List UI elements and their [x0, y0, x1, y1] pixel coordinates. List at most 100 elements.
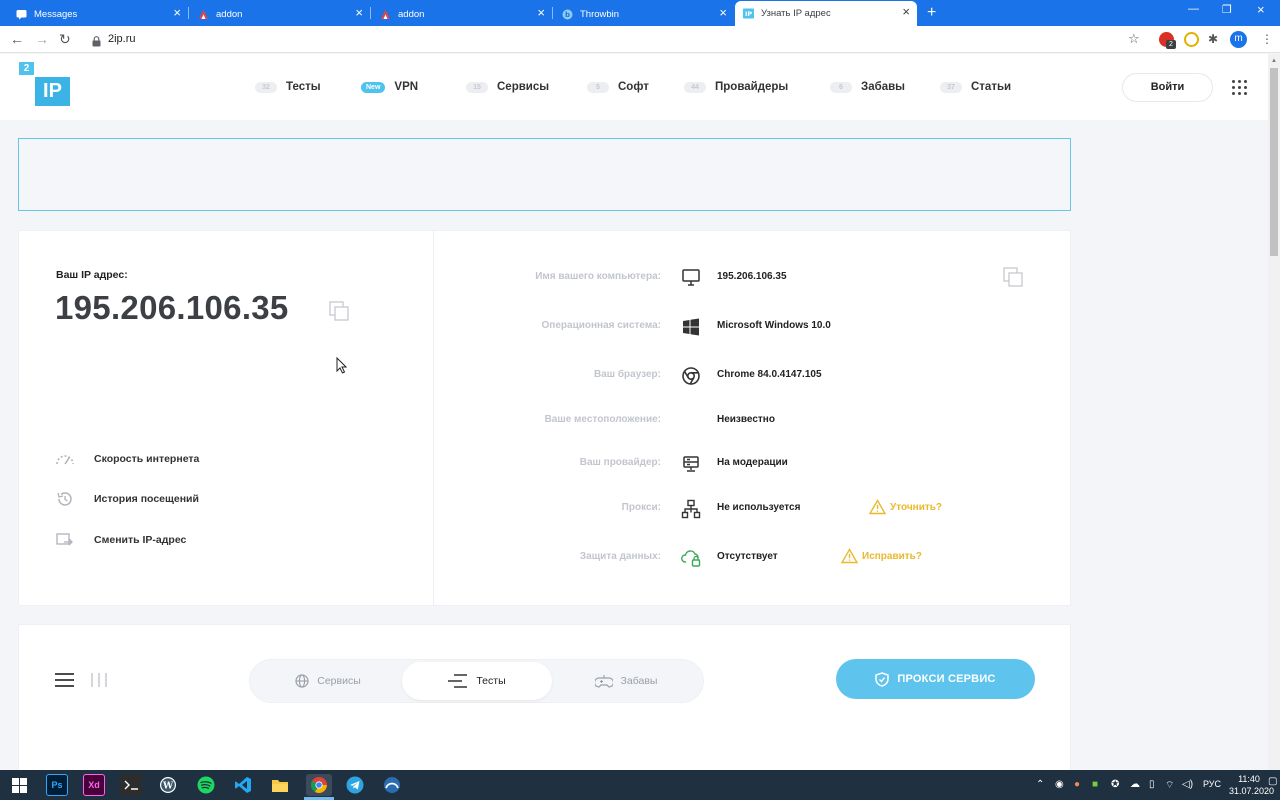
page-scrollbar[interactable]: ▲	[1268, 54, 1280, 770]
url-text[interactable]: 2ip.ru	[108, 33, 136, 45]
tray-app-icon[interactable]: ◉	[1055, 779, 1064, 790]
lock-icon[interactable]	[92, 34, 101, 52]
tab-throwbin[interactable]: b Throwbin ×	[554, 2, 734, 26]
xd-app-icon[interactable]: Xd	[83, 774, 105, 796]
window-close-icon[interactable]: ×	[1257, 2, 1265, 17]
nav-badge: 32	[255, 81, 277, 93]
info-label: Операционная система:	[541, 320, 661, 331]
info-label: Ваше местоположение:	[544, 414, 661, 425]
nav-label: Провайдеры	[715, 81, 789, 93]
copy-icon[interactable]	[1003, 267, 1024, 293]
minimize-icon[interactable]: —	[1188, 3, 1199, 15]
segment-label: Забавы	[620, 675, 658, 687]
photoshop-app-icon[interactable]: Ps	[46, 774, 68, 796]
proxy-service-button[interactable]: ПРОКСИ СЕРВИС	[836, 659, 1035, 699]
nav-services[interactable]: 15 Сервисы	[466, 81, 549, 93]
terminal-app-icon[interactable]	[120, 774, 142, 796]
tab-messages[interactable]: Messages ×	[8, 2, 188, 26]
close-icon[interactable]: ×	[173, 6, 181, 20]
login-button[interactable]: Войти	[1122, 73, 1213, 102]
nav-label: Софт	[618, 81, 649, 93]
logo-mark-ip[interactable]: IP	[35, 77, 70, 106]
tray-chevron-icon[interactable]: ⌃	[1036, 779, 1044, 790]
tray-app-icon[interactable]: ●	[1074, 779, 1080, 790]
nav-badge: 6	[830, 81, 852, 93]
kebab-menu-icon[interactable]: ⋮	[1261, 31, 1273, 47]
tray-nvidia-icon[interactable]: ■	[1092, 779, 1098, 790]
nav-tests[interactable]: 32 Тесты	[255, 81, 321, 93]
clock[interactable]: 11:40 31.07.2020	[1229, 773, 1275, 797]
segment-services[interactable]: Сервисы	[253, 662, 403, 700]
spotify-app-icon[interactable]	[195, 774, 217, 796]
clarify-link[interactable]: Уточнить?	[869, 499, 942, 515]
scrollbar-thumb[interactable]	[1270, 68, 1278, 256]
volume-icon[interactable]: ◁)	[1182, 779, 1193, 790]
column-view-icon[interactable]	[91, 673, 107, 692]
logo-mark-2[interactable]: 2	[19, 62, 34, 75]
clock-date: 31.07.2020	[1229, 786, 1275, 796]
site-header: 2 IP 32 Тесты New VPN 15 Сервисы 5 Софт …	[0, 54, 1268, 120]
segment-tests[interactable]: Тесты	[402, 662, 552, 700]
puzzle-icon[interactable]: ✱	[1208, 31, 1218, 47]
nav-vpn[interactable]: New VPN	[361, 81, 418, 93]
new-tab-icon[interactable]: +	[927, 4, 936, 22]
vscode-app-icon[interactable]	[232, 774, 254, 796]
warn-label: Исправить?	[862, 550, 922, 562]
copy-icon[interactable]	[329, 301, 350, 327]
scroll-up-icon[interactable]: ▲	[1271, 58, 1277, 64]
shield-icon	[875, 671, 890, 687]
history-icon	[57, 492, 72, 506]
tab-2ip[interactable]: IP Узнать IP адрес ×	[735, 1, 917, 26]
telegram-app-icon[interactable]	[344, 774, 366, 796]
battery-icon[interactable]: ▯	[1149, 779, 1155, 790]
bookmark-star-icon[interactable]: ☆	[1128, 31, 1140, 47]
language-indicator[interactable]: РУС	[1203, 779, 1221, 789]
apps-grid-icon[interactable]	[1232, 80, 1247, 95]
info-label: Имя вашего компьютера:	[535, 271, 661, 282]
close-icon[interactable]: ×	[355, 6, 363, 20]
nav-articles[interactable]: 37 Статьи	[940, 81, 1011, 93]
tray-cloud-icon[interactable]: ☁	[1130, 779, 1140, 790]
segment-fun[interactable]: Забавы	[551, 662, 701, 700]
speed-test-link[interactable]: Скорость интернета	[55, 451, 199, 467]
ip-address-value[interactable]: 195.206.106.35	[55, 289, 289, 327]
cloud-lock-icon	[681, 548, 701, 568]
info-label: Прокси:	[621, 502, 661, 513]
nav-providers[interactable]: 44 Провайдеры	[684, 81, 788, 93]
info-row-provider: Ваш провайдер: На модерации	[433, 454, 1073, 474]
close-icon[interactable]: ×	[719, 6, 727, 20]
history-link[interactable]: История посещений	[55, 491, 199, 507]
profile-avatar[interactable]: m	[1230, 31, 1247, 48]
notifications-icon[interactable]: ▢	[1268, 776, 1277, 787]
close-icon[interactable]: ×	[902, 5, 910, 19]
network-icon	[681, 499, 701, 519]
nav-label: Сервисы	[497, 81, 550, 93]
start-windows-icon[interactable]	[8, 774, 30, 796]
link-label: Сменить IP-адрес	[94, 534, 187, 546]
restore-icon[interactable]: ❐	[1222, 3, 1232, 16]
close-icon[interactable]: ×	[537, 6, 545, 20]
app-icon[interactable]	[381, 774, 403, 796]
chrome-app-icon[interactable]	[306, 774, 332, 796]
info-row-location: Ваше местоположение: Неизвестно	[433, 411, 1073, 431]
nav-fun[interactable]: 6 Забавы	[830, 81, 905, 93]
change-ip-link[interactable]: Сменить IP-адрес	[55, 532, 186, 548]
tab-addon-1[interactable]: addon ×	[190, 2, 370, 26]
forward-icon[interactable]: →	[35, 31, 49, 47]
svg-text:W: W	[162, 782, 174, 792]
back-icon[interactable]: ←	[10, 31, 24, 47]
fix-link[interactable]: Исправить?	[841, 548, 922, 564]
network-wifi-icon[interactable]: ⌔	[1165, 779, 1174, 792]
wordpress-app-icon[interactable]: W	[157, 774, 179, 796]
file-explorer-app-icon[interactable]	[269, 774, 291, 796]
tray-steam-icon[interactable]: ✪	[1111, 779, 1119, 790]
extension-icon[interactable]	[1184, 32, 1199, 47]
reload-icon[interactable]: ↻	[59, 31, 71, 47]
list-view-icon[interactable]	[55, 673, 75, 692]
bars-icon	[448, 674, 468, 688]
info-value: Неизвестно	[717, 414, 775, 425]
tab-title: addon	[216, 8, 243, 20]
tab-title: Throwbin	[580, 8, 620, 20]
nav-software[interactable]: 5 Софт	[587, 81, 649, 93]
tab-addon-2[interactable]: addon ×	[372, 2, 552, 26]
